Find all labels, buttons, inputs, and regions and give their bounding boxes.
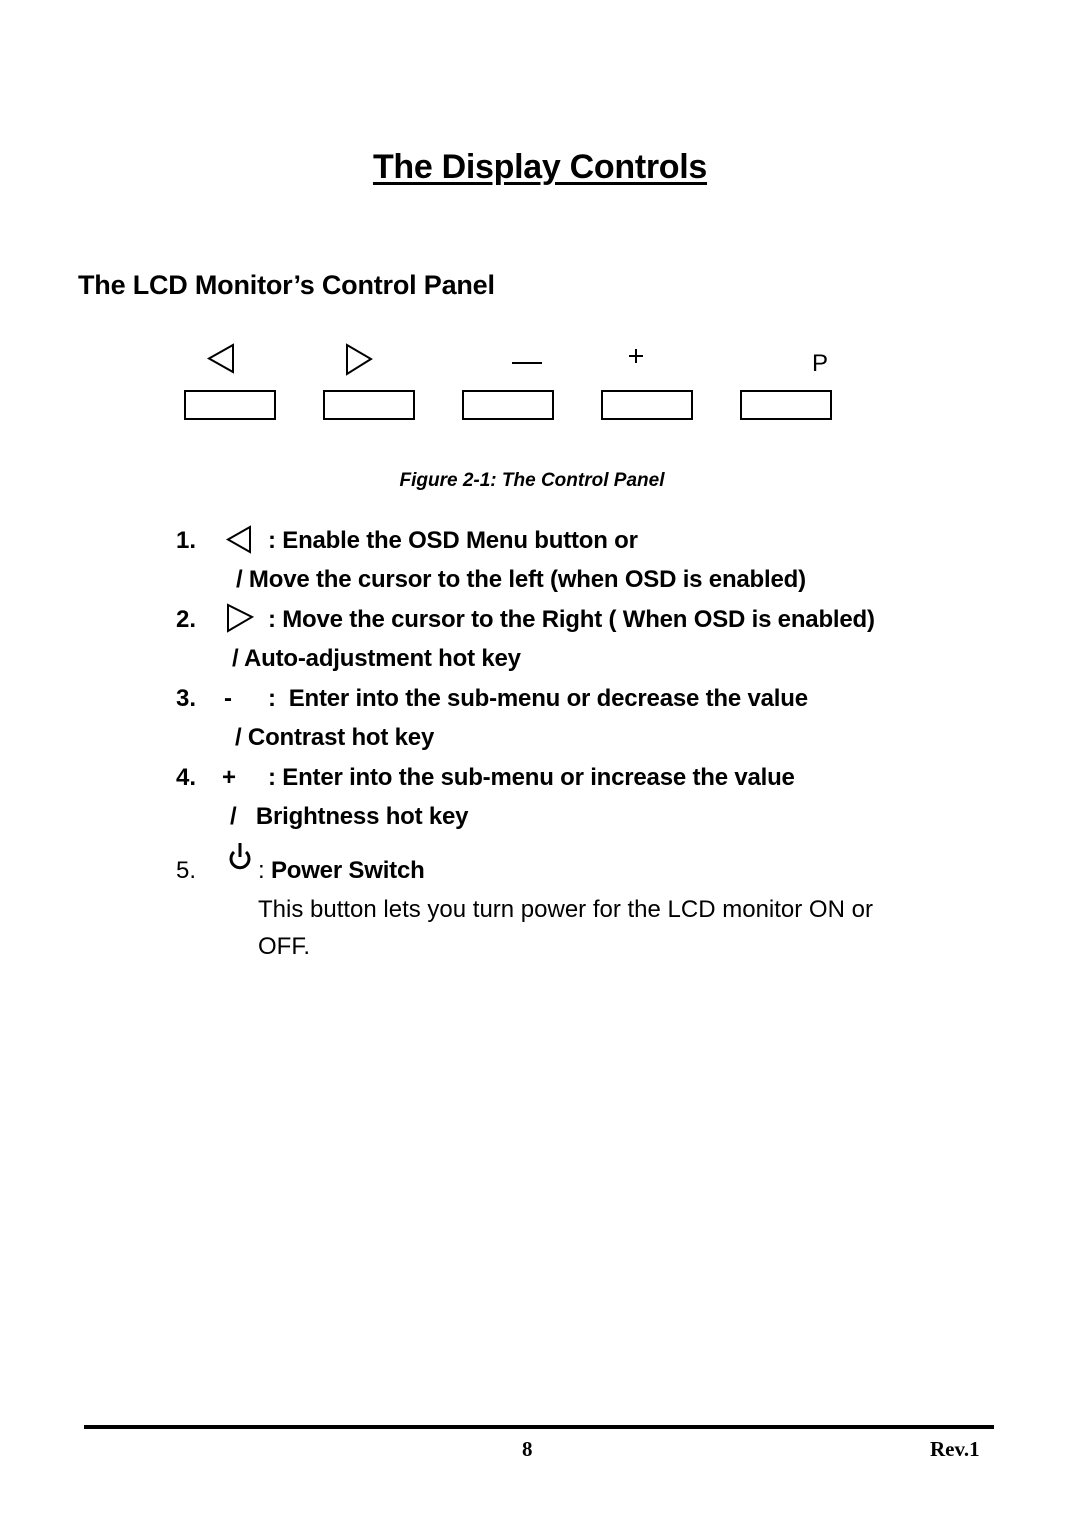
plus-icon	[629, 349, 643, 363]
footer-rule	[84, 1425, 994, 1429]
item-text: Power Switch	[270, 857, 425, 884]
right-triangle-icon	[227, 603, 255, 633]
power-p-label: P	[812, 350, 829, 377]
item-number: 1.	[176, 527, 197, 554]
item-number: 2.	[176, 606, 197, 633]
item-prefix: :	[258, 857, 271, 884]
item-continuation: / Move the cursor to the left (when OSD …	[236, 566, 806, 593]
minus-icon	[512, 362, 542, 364]
item-continuation: / Brightness hot key	[230, 803, 469, 830]
item-continuation: / Contrast hot key	[235, 724, 435, 751]
item-number: 3.	[176, 685, 197, 712]
power-icon	[229, 843, 251, 870]
page-number: 8	[522, 1437, 533, 1461]
plus-symbol: +	[222, 764, 237, 791]
panel-button-power	[740, 390, 832, 420]
page-title: The Display Controls	[372, 148, 708, 186]
revision-label: Rev.1	[930, 1437, 980, 1461]
panel-button-right	[323, 390, 415, 420]
item-number: 5.	[176, 857, 197, 884]
item-number: 4.	[176, 764, 197, 791]
item-text: : Move the cursor to the Right ( When OS…	[268, 606, 875, 633]
figure-caption: Figure 2-1: The Control Panel	[399, 470, 665, 491]
item-description-line-2: OFF.	[258, 933, 310, 960]
minus-symbol: -	[224, 685, 232, 712]
panel-button-left	[184, 390, 276, 420]
panel-button-minus	[462, 390, 554, 420]
item-text: : Enable the OSD Menu button or	[268, 527, 638, 554]
left-triangle-icon	[206, 343, 234, 374]
left-triangle-icon	[225, 525, 251, 554]
item-text: : Enter into the sub-menu or increase th…	[268, 764, 795, 791]
right-triangle-icon	[346, 343, 373, 376]
item-continuation: / Auto-adjustment hot key	[232, 645, 521, 672]
panel-button-plus	[601, 390, 693, 420]
section-heading: The LCD Monitor’s Control Panel	[78, 270, 495, 300]
item-text: : Enter into the sub-menu or decrease th…	[268, 685, 808, 712]
item-description-line-1: This button lets you turn power for the …	[258, 896, 873, 923]
